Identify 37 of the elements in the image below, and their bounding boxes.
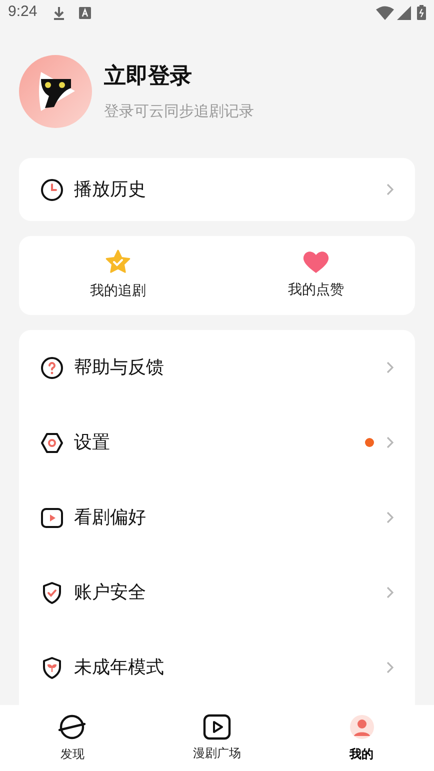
menu-item[interactable]: 设置: [19, 405, 415, 480]
heart-icon: [302, 250, 330, 274]
planet-icon: [58, 713, 86, 741]
chevron-right-icon: [386, 511, 394, 524]
play-icon: [40, 506, 64, 530]
menu-item[interactable]: 账户安全: [19, 555, 415, 630]
shortcut-button[interactable]: 我的点赞: [217, 236, 415, 315]
user-icon: [348, 713, 376, 741]
chevron-right-icon: [386, 183, 394, 196]
settings-icon: [40, 430, 64, 454]
chevron-right-icon: [386, 361, 394, 374]
menu-item[interactable]: 未成年模式: [19, 630, 415, 705]
nav-tab[interactable]: 漫剧广场: [144, 705, 290, 771]
login-subtitle: 登录可云同步追剧记录: [104, 100, 254, 122]
star-icon: [105, 248, 131, 275]
clock-icon: [40, 178, 64, 202]
menu-item[interactable]: 帮助与反馈: [19, 330, 415, 405]
keyboard-icon: [79, 6, 92, 19]
status-time: 9:24: [8, 2, 38, 22]
login-title[interactable]: 立即登录: [104, 62, 254, 92]
chevron-right-icon: [386, 586, 394, 599]
chevron-right-icon: [386, 436, 394, 449]
battery-icon: [417, 5, 426, 20]
sprout-shield-icon: [40, 656, 64, 680]
shield-icon: [40, 580, 64, 604]
wifi-icon: [376, 6, 394, 20]
signal-icon: [397, 6, 411, 20]
help-icon: [40, 356, 64, 380]
cat-avatar-icon: [19, 55, 92, 128]
nav-tab[interactable]: 发现: [0, 705, 145, 771]
shortcut-button[interactable]: 我的追剧: [19, 236, 217, 315]
download-icon: [53, 6, 66, 20]
nav-tab[interactable]: 我的: [289, 705, 434, 771]
chevron-right-icon: [386, 661, 394, 674]
play-icon: [202, 714, 231, 740]
menu-item[interactable]: 看剧偏好: [19, 480, 415, 555]
history-row[interactable]: 播放历史: [19, 158, 415, 221]
